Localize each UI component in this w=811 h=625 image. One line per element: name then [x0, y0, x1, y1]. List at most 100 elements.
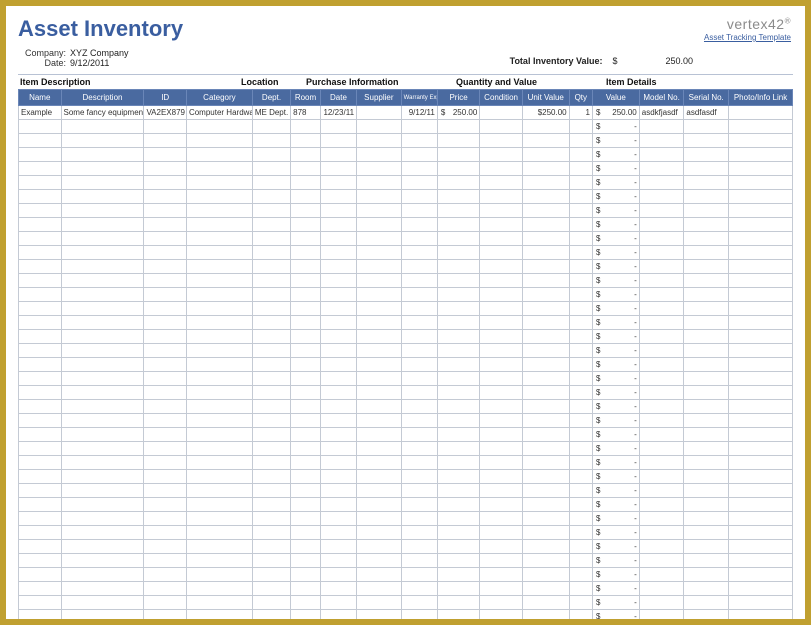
cell [639, 512, 684, 526]
cell [291, 246, 321, 260]
cell [639, 274, 684, 288]
inventory-table: Name Description ID Category Dept. Room … [18, 89, 793, 619]
cell [480, 470, 523, 484]
cell [19, 162, 62, 176]
cell [61, 414, 144, 428]
cell [357, 554, 402, 568]
currency-cell: $- [592, 470, 639, 484]
cell [144, 498, 187, 512]
cell [357, 162, 402, 176]
cell [252, 232, 290, 246]
cell [291, 204, 321, 218]
cell [729, 260, 793, 274]
cell [480, 344, 523, 358]
template-link[interactable]: Asset Tracking Template [704, 33, 791, 42]
cell [639, 232, 684, 246]
cell [437, 148, 480, 162]
cell [357, 316, 402, 330]
cell [569, 456, 592, 470]
cell [437, 330, 480, 344]
cell [401, 218, 437, 232]
logo-text: vertex42® [704, 16, 791, 32]
cell [61, 470, 144, 484]
cell [61, 526, 144, 540]
table-row: $- [19, 134, 793, 148]
cell [569, 568, 592, 582]
cell [19, 246, 62, 260]
cell [291, 456, 321, 470]
cell [639, 414, 684, 428]
cell [252, 568, 290, 582]
cell [291, 260, 321, 274]
cell [186, 540, 252, 554]
cell [437, 610, 480, 620]
cell [569, 358, 592, 372]
cell [320, 442, 356, 456]
cell [252, 344, 290, 358]
cell [291, 176, 321, 190]
cell [252, 120, 290, 134]
cell [569, 260, 592, 274]
cell [569, 176, 592, 190]
cell [320, 162, 356, 176]
cell [320, 470, 356, 484]
cell [729, 470, 793, 484]
cell [639, 400, 684, 414]
cell [480, 484, 523, 498]
cell [522, 582, 569, 596]
cell [639, 372, 684, 386]
cell [144, 484, 187, 498]
cell [480, 540, 523, 554]
table-body: ExampleSome fancy equipmentVA2EX879Compu… [19, 106, 793, 620]
cell: 12/23/11 [320, 106, 356, 120]
currency-cell: $- [592, 442, 639, 456]
cell [357, 526, 402, 540]
cell [639, 526, 684, 540]
cell [522, 456, 569, 470]
cell [186, 554, 252, 568]
cell [401, 246, 437, 260]
cell [684, 148, 729, 162]
meta-right: Total Inventory Value: $ 250.00 [378, 48, 793, 66]
cell [522, 554, 569, 568]
cell [19, 428, 62, 442]
cell [19, 414, 62, 428]
cell [639, 302, 684, 316]
cell [437, 512, 480, 526]
table-row: $- [19, 582, 793, 596]
cell [639, 442, 684, 456]
cell [684, 176, 729, 190]
cell [19, 484, 62, 498]
total-inventory-label: Total Inventory Value: [510, 56, 603, 66]
cell [522, 302, 569, 316]
table-row: $- [19, 330, 793, 344]
cell [252, 246, 290, 260]
cell [61, 176, 144, 190]
cell [522, 344, 569, 358]
cell [144, 302, 187, 316]
cell [252, 162, 290, 176]
cell [144, 176, 187, 190]
cell [144, 540, 187, 554]
cell [522, 596, 569, 610]
table-row: $- [19, 484, 793, 498]
cell [401, 568, 437, 582]
cell [291, 358, 321, 372]
cell [729, 484, 793, 498]
cell [684, 372, 729, 386]
cell [252, 498, 290, 512]
cell [480, 302, 523, 316]
cell [569, 470, 592, 484]
cell [19, 554, 62, 568]
cell [144, 246, 187, 260]
cell [19, 596, 62, 610]
cell [320, 498, 356, 512]
cell [291, 302, 321, 316]
cell [19, 120, 62, 134]
cell [186, 470, 252, 484]
cell: ME Dept. [252, 106, 290, 120]
cell [522, 372, 569, 386]
col-date: Date [320, 90, 356, 106]
cell [252, 386, 290, 400]
cell [291, 288, 321, 302]
